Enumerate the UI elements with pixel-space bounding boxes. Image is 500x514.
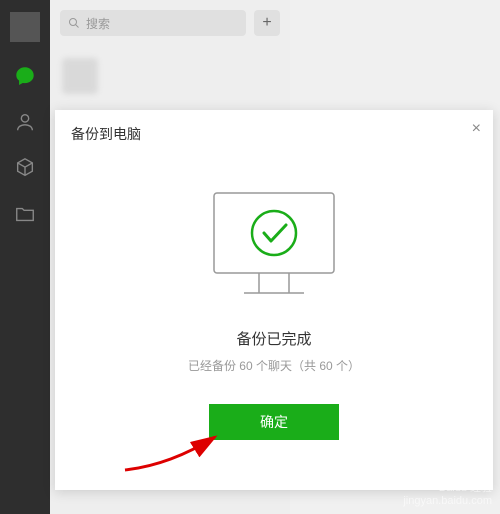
chat-list-item[interactable]	[50, 46, 290, 106]
backup-dialog: 备份到电脑 × 备份已完成 已经备份 60 个聊天（共 60 个） 确定	[55, 110, 493, 490]
monitor-success-icon	[199, 188, 349, 308]
search-row: 搜索 +	[50, 0, 290, 46]
watermark-line2: jingyan.baidu.com	[403, 495, 492, 508]
watermark: Baidu 经验 jingyan.baidu.com	[403, 482, 492, 508]
ok-button[interactable]: 确定	[209, 404, 339, 440]
search-placeholder: 搜索	[86, 15, 110, 32]
dialog-header: 备份到电脑 ×	[55, 110, 493, 158]
avatar[interactable]	[10, 12, 40, 42]
close-icon[interactable]: ×	[472, 120, 481, 138]
chat-avatar	[62, 58, 98, 94]
contacts-icon[interactable]	[13, 110, 37, 134]
done-subtitle: 已经备份 60 个聊天（共 60 个）	[188, 357, 360, 374]
dialog-title: 备份到电脑	[71, 126, 141, 142]
dialog-body: 备份已完成 已经备份 60 个聊天（共 60 个） 确定	[55, 158, 493, 490]
watermark-line1: Baidu 经验	[403, 482, 492, 495]
folder-icon[interactable]	[13, 202, 37, 226]
add-button[interactable]: +	[254, 10, 280, 36]
files-icon[interactable]	[13, 156, 37, 180]
search-input[interactable]: 搜索	[60, 10, 246, 36]
chat-icon[interactable]	[13, 64, 37, 88]
done-title: 备份已完成	[236, 328, 311, 349]
sidebar	[0, 0, 50, 514]
